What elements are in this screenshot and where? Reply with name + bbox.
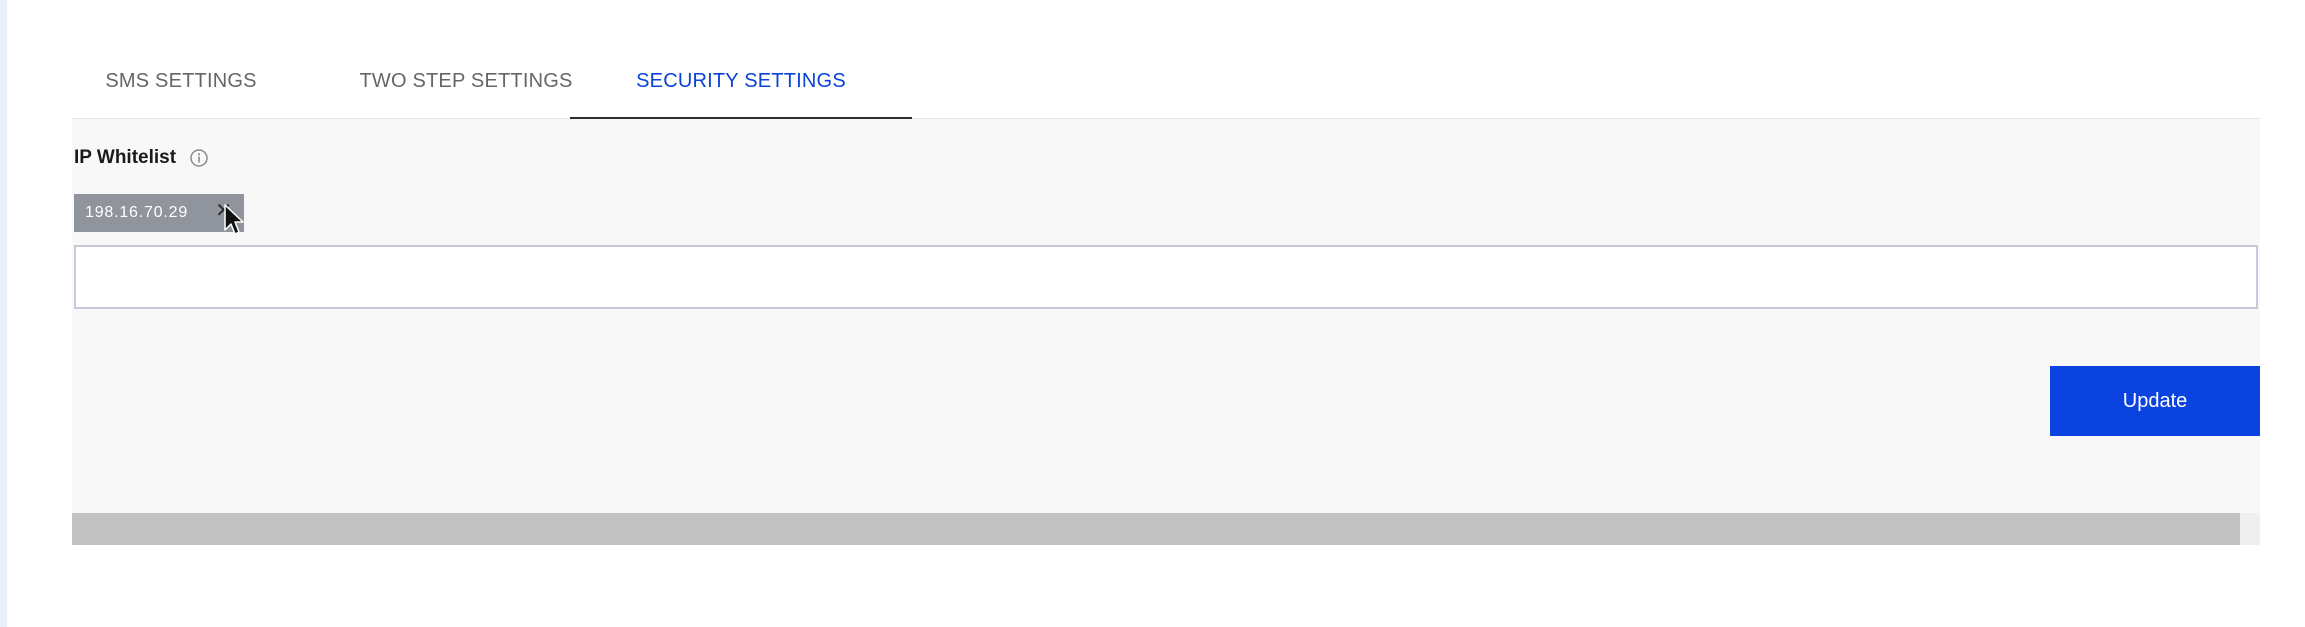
ip-whitelist-input[interactable] xyxy=(74,245,2258,309)
ip-whitelist-label: IP Whitelist xyxy=(74,147,177,168)
ip-chip-value: 198.16.70.29 xyxy=(85,204,189,221)
ip-chip: 198.16.70.29 ✕ xyxy=(74,194,244,232)
info-circle-icon[interactable] xyxy=(189,148,209,168)
horizontal-scrollbar[interactable] xyxy=(72,513,2260,545)
security-settings-panel: IP Whitelist 198.16.70.29 ✕ Update xyxy=(72,119,2260,545)
update-button[interactable]: Update xyxy=(2050,366,2260,436)
tab-security-settings[interactable]: SECURITY SETTINGS xyxy=(570,44,912,120)
left-edge-strip xyxy=(0,0,7,627)
mouse-cursor-icon xyxy=(224,204,244,235)
settings-tabs: SMS SETTINGS TWO STEP SETTINGS SECURITY … xyxy=(72,44,2260,120)
tab-sms-settings[interactable]: SMS SETTINGS xyxy=(72,44,290,118)
settings-page: SMS SETTINGS TWO STEP SETTINGS SECURITY … xyxy=(0,0,2305,627)
scrollbar-thumb[interactable] xyxy=(72,513,2240,545)
